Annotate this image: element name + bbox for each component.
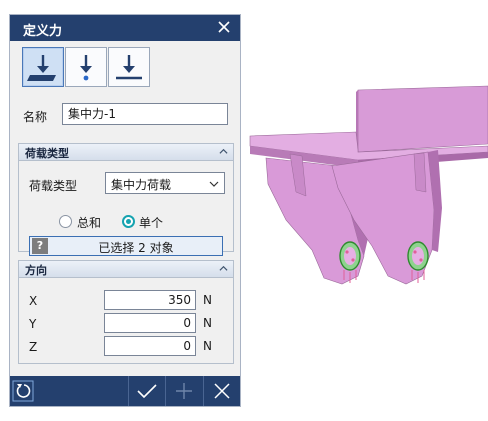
name-label: 名称 [23, 110, 48, 124]
load-type-group: 荷载类型 荷载类型 集中力荷载 总和 单个 ? 已选择 2 对象 [18, 143, 234, 256]
chevron-down-icon [209, 181, 219, 187]
selection-button[interactable]: ? 已选择 2 对象 [29, 236, 223, 256]
axis-x-label: X [29, 294, 38, 308]
dialog-titlebar: 定义力 [10, 15, 240, 41]
question-icon: ? [32, 238, 48, 254]
dialog-footer [10, 376, 240, 406]
chevron-up-icon[interactable] [219, 147, 228, 156]
axis-y-label: Y [29, 317, 37, 331]
bracket-3d-model[interactable] [246, 80, 488, 320]
ok-button[interactable] [129, 376, 165, 406]
mode-button-surface[interactable] [22, 47, 64, 87]
axis-z-label: Z [29, 340, 38, 354]
load-type-header[interactable]: 荷载类型 [19, 144, 233, 161]
chevron-up-icon[interactable] [219, 264, 228, 273]
direction-header[interactable]: 方向 [19, 261, 233, 278]
radio-single[interactable] [122, 215, 135, 228]
force-y-input[interactable]: 0 [104, 313, 196, 333]
mode-button-point[interactable] [65, 47, 107, 87]
force-y-unit: N [203, 316, 212, 330]
plus-icon [176, 383, 192, 399]
radio-total-label: 总和 [77, 216, 102, 230]
radio-single-label: 单个 [139, 216, 164, 230]
close-icon[interactable] [214, 17, 234, 37]
load-type-select[interactable]: 集中力荷载 [105, 172, 225, 194]
check-icon [137, 384, 157, 399]
radio-total[interactable] [59, 215, 72, 228]
load-type-field-label: 荷载类型 [29, 179, 78, 193]
force-x-unit: N [203, 293, 212, 307]
force-x-input[interactable]: 350 [104, 290, 196, 310]
define-force-dialog: 定义力 名称 集中力-1 荷载类型 荷载类型 集中力荷载 总和 单个 ? 已选择… [9, 14, 241, 407]
surface-force-icon [27, 55, 56, 81]
back-plate [357, 85, 488, 153]
add-button[interactable] [166, 376, 202, 406]
name-input[interactable]: 集中力-1 [62, 103, 228, 125]
close-icon [214, 383, 230, 399]
mode-button-line[interactable] [108, 47, 150, 87]
reset-button[interactable] [10, 376, 38, 406]
force-z-input[interactable]: 0 [104, 336, 196, 356]
reset-icon [12, 380, 34, 402]
load-type-selected: 集中力荷载 [111, 178, 172, 192]
direction-title: 方向 [25, 264, 47, 277]
selection-label: 已选择 2 对象 [98, 241, 174, 255]
force-z-unit: N [203, 339, 212, 353]
point-force-icon [80, 55, 92, 81]
force-mode-toolbar [22, 47, 158, 87]
direction-group: 方向 X 350 N Y 0 N Z 0 N [18, 260, 234, 364]
load-type-title: 荷载类型 [25, 147, 69, 160]
line-force-icon [116, 55, 142, 80]
dialog-title: 定义力 [23, 24, 63, 39]
cancel-button[interactable] [204, 376, 240, 406]
